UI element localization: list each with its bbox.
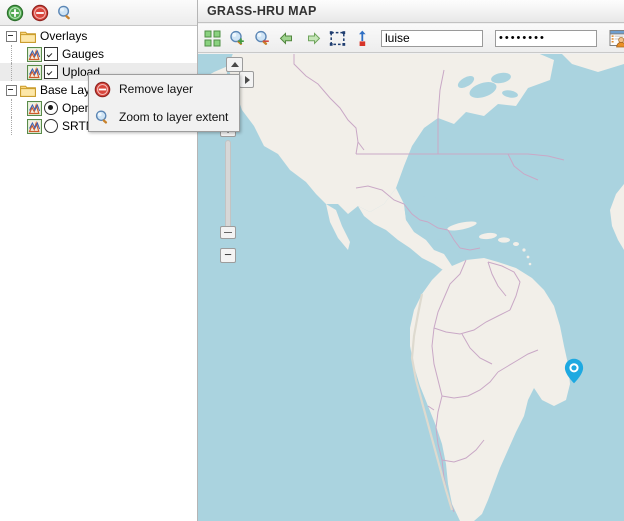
green-arrow-left-icon[interactable] [278,29,297,48]
context-menu-item-zoom-to-layer-extent[interactable]: Zoom to layer extent [89,103,239,131]
red-minus-circle-icon [94,81,111,97]
pan-up-button[interactable] [226,57,243,72]
baselayer-radio-srtm3[interactable] [44,119,58,133]
context-menu-item-label: Zoom to layer extent [119,110,229,124]
tree-item-label: Gauges [62,47,105,61]
map-canvas[interactable]: + − [198,54,624,521]
map-graphic [198,54,624,521]
map-panel: GRASS-HRU MAP luise •••••••• − [198,0,624,521]
password-input[interactable] [495,29,597,47]
tree-guide [11,117,13,135]
context-menu-item-label: Remove layer [119,82,194,96]
layer-tree-toolbar [0,0,197,26]
layer-icon [27,46,42,62]
magnifier-icon[interactable] [56,4,74,22]
collapse-overlays-icon[interactable] [6,30,17,42]
layer-icon [27,64,42,80]
map-zoom-out-button[interactable]: − [220,248,236,263]
map-toolbar [198,24,624,53]
map-zoom-slider-handle[interactable] [220,226,236,239]
tree-item-gauges[interactable]: Gauges [0,45,197,63]
username-input[interactable] [381,29,483,47]
layer-context-menu: Remove layer Zoom to layer extent [88,74,240,132]
tree-guide [11,45,13,63]
layer-checkbox-gauges[interactable] [44,47,58,61]
magnifier-minus-icon[interactable] [253,29,272,48]
user-table-icon[interactable] [608,28,624,49]
collapse-base-layers-icon[interactable] [6,84,17,96]
map-panel-title: GRASS-HRU MAP [198,0,624,23]
green-grid-icon[interactable] [203,29,222,48]
green-arrow-right-icon[interactable] [303,29,322,48]
folder-icon [20,85,36,97]
layer-icon [27,118,42,134]
map-zoom-slider-track[interactable] [225,140,231,232]
red-minus-circle-icon[interactable] [31,4,49,22]
magnifier-plus-icon[interactable] [228,29,247,48]
dashed-rectangle-icon[interactable] [328,29,347,48]
layer-checkbox-upload[interactable] [44,65,58,79]
magnifier-icon [95,110,108,124]
pan-right-button[interactable] [239,71,254,88]
folder-icon [20,31,36,43]
blue-up-arrow-red-square-icon[interactable] [353,29,372,48]
context-menu-item-remove-layer[interactable]: Remove layer [89,75,239,103]
application-window: Overlays Gauges Upload Base Layers SRTM3… [0,0,624,521]
green-plus-circle-icon[interactable] [6,4,24,22]
tree-group-overlays[interactable]: Overlays [0,27,197,45]
baselayer-radio-openstreetmap[interactable] [44,101,58,115]
tree-guide [11,63,13,81]
location-marker[interactable] [564,358,584,384]
tree-guide [11,99,13,117]
tree-group-label: Overlays [40,29,88,43]
layer-icon [27,100,42,116]
